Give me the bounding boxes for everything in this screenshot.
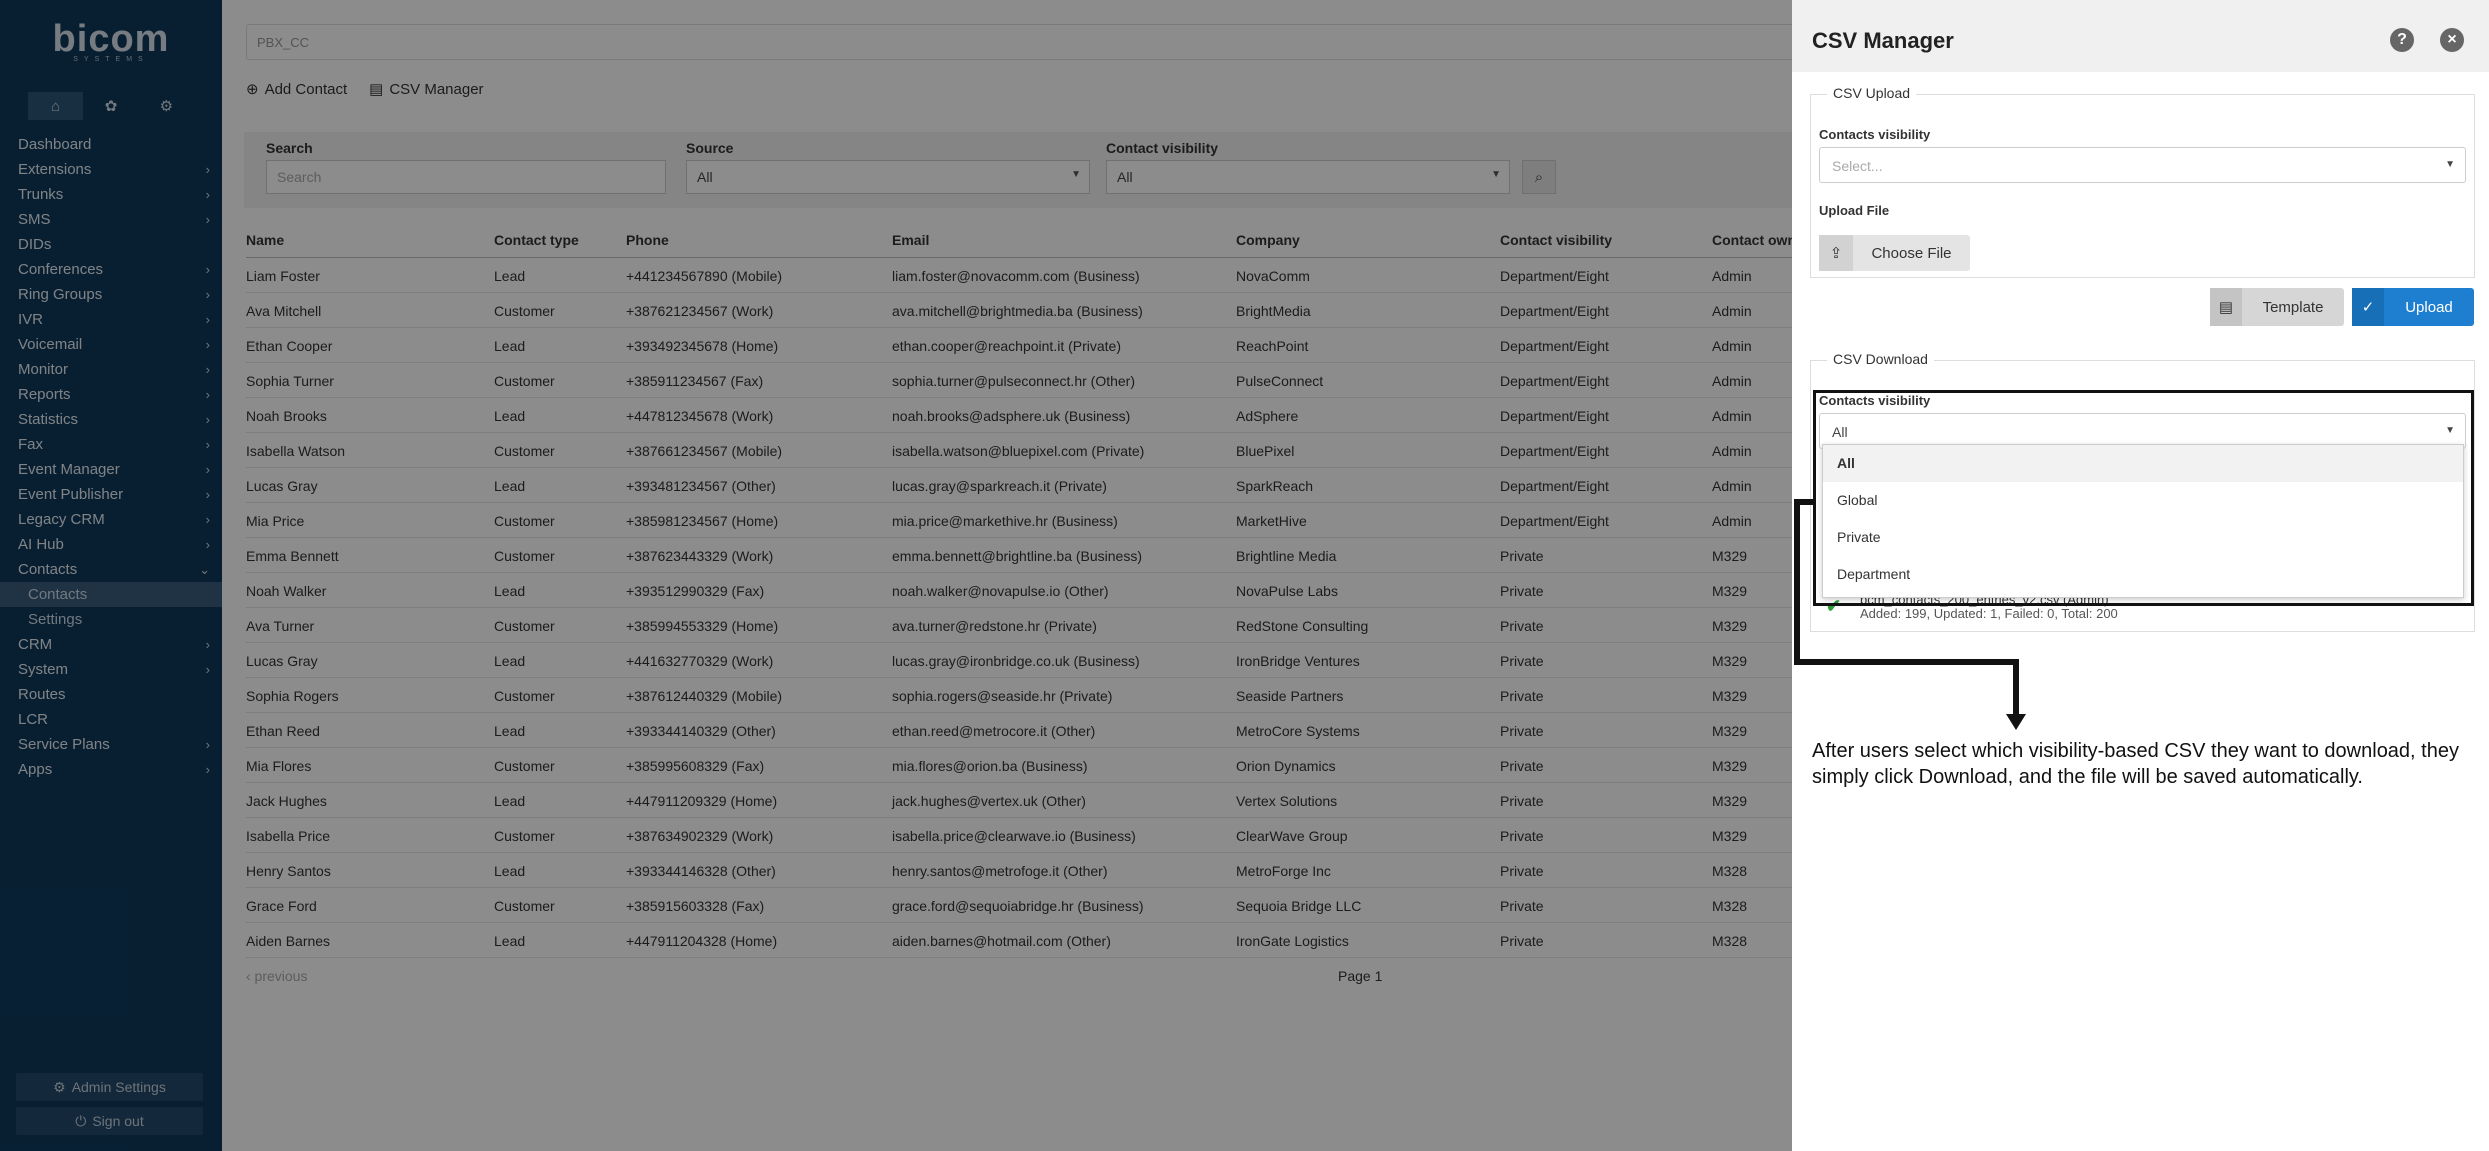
annotation-note: After users select which visibility-base… (1812, 740, 2459, 788)
arrow-head (2006, 714, 2026, 730)
arrow-line (1794, 499, 2019, 714)
app-root: bicom SYSTEMS ⌂ ✿ ⚙ Dashboard Extensions ›… (0, 0, 2489, 1151)
annotation-arrow (1794, 499, 2026, 730)
